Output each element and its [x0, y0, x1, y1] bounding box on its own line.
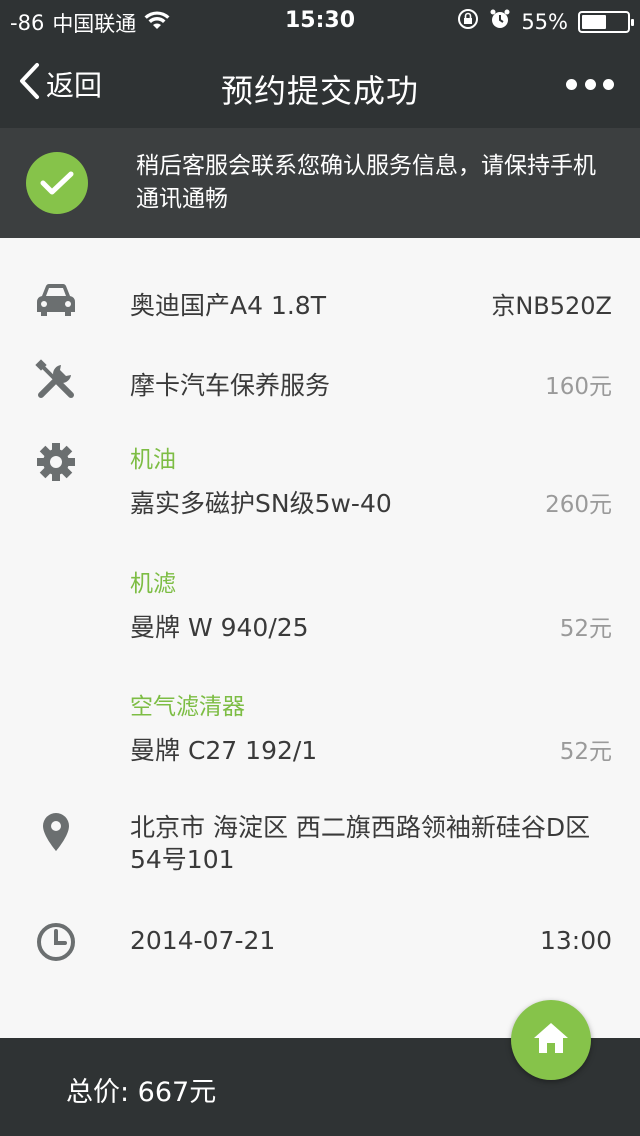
wrench-screwdriver-icon — [34, 358, 78, 402]
appointment-row: 2014-07-21 13:00 — [0, 918, 640, 968]
home-button[interactable] — [511, 1000, 591, 1080]
part-row-oil-filter: 机滤 曼牌 W 940/25 52元 — [0, 558, 640, 648]
location-pin-icon — [34, 810, 78, 854]
vehicle-row: 奥迪国产A4 1.8T 京NB520Z — [0, 278, 640, 328]
part-price: 260元 — [545, 492, 612, 518]
part-price: 52元 — [559, 739, 612, 765]
nav-bar: 返回 预约提交成功 — [0, 40, 640, 128]
more-dot-icon — [584, 78, 596, 90]
notice-message: 稍后客服会联系您确认服务信息，请保持手机通讯通畅 — [136, 153, 596, 212]
more-button[interactable] — [566, 70, 614, 98]
part-name: 曼牌 C27 192/1 — [130, 736, 318, 765]
part-category: 机滤 — [130, 571, 176, 597]
order-details: 奥迪国产A4 1.8T 京NB520Z 摩卡汽车保养服务 160元 机油 嘉实多… — [0, 238, 640, 1038]
status-right: 55% — [457, 8, 634, 35]
home-icon — [531, 1020, 571, 1060]
car-icon — [34, 278, 78, 322]
address-row: 北京市 海淀区 西二旗西路领袖新硅谷D区54号101 — [0, 808, 640, 888]
part-row-oil: 机油 嘉实多磁护SN级5w-40 260元 — [0, 434, 640, 524]
service-name: 摩卡汽车保养服务 — [130, 371, 331, 400]
clock-icon — [34, 920, 78, 964]
battery-percent: 55% — [521, 9, 568, 34]
total-price: 总价: 667元 — [66, 1077, 217, 1108]
page-title: 预约提交成功 — [220, 72, 419, 110]
service-row: 摩卡汽车保养服务 160元 — [0, 358, 640, 408]
appointment-time: 13:00 — [539, 926, 612, 955]
status-bar: -86 中国联通 15:30 55% — [0, 0, 640, 40]
check-circle-icon — [26, 152, 88, 214]
vehicle-model: 奥迪国产A4 1.8T — [130, 291, 326, 320]
vehicle-plate: 京NB520Z — [491, 292, 612, 320]
part-row-air-filter: 空气滤清器 曼牌 C27 192/1 52元 — [0, 681, 640, 771]
battery-icon — [578, 10, 634, 33]
part-price: 52元 — [559, 616, 612, 642]
part-name: 曼牌 W 940/25 — [130, 613, 309, 642]
more-dot-icon — [566, 78, 577, 90]
appointment-date: 2014-07-21 — [130, 926, 276, 955]
alarm-icon — [489, 8, 511, 35]
part-name: 嘉实多磁护SN级5w-40 — [130, 489, 392, 518]
gear-icon — [34, 440, 78, 484]
more-dot-icon — [603, 78, 614, 90]
service-price: 160元 — [545, 374, 612, 400]
service-address: 北京市 海淀区 西二旗西路领袖新硅谷D区54号101 — [130, 813, 591, 874]
rotation-lock-icon — [457, 8, 479, 35]
part-category: 机油 — [130, 447, 176, 473]
part-category: 空气滤清器 — [130, 694, 245, 720]
success-notice: 稍后客服会联系您确认服务信息，请保持手机通讯通畅 — [0, 128, 640, 238]
